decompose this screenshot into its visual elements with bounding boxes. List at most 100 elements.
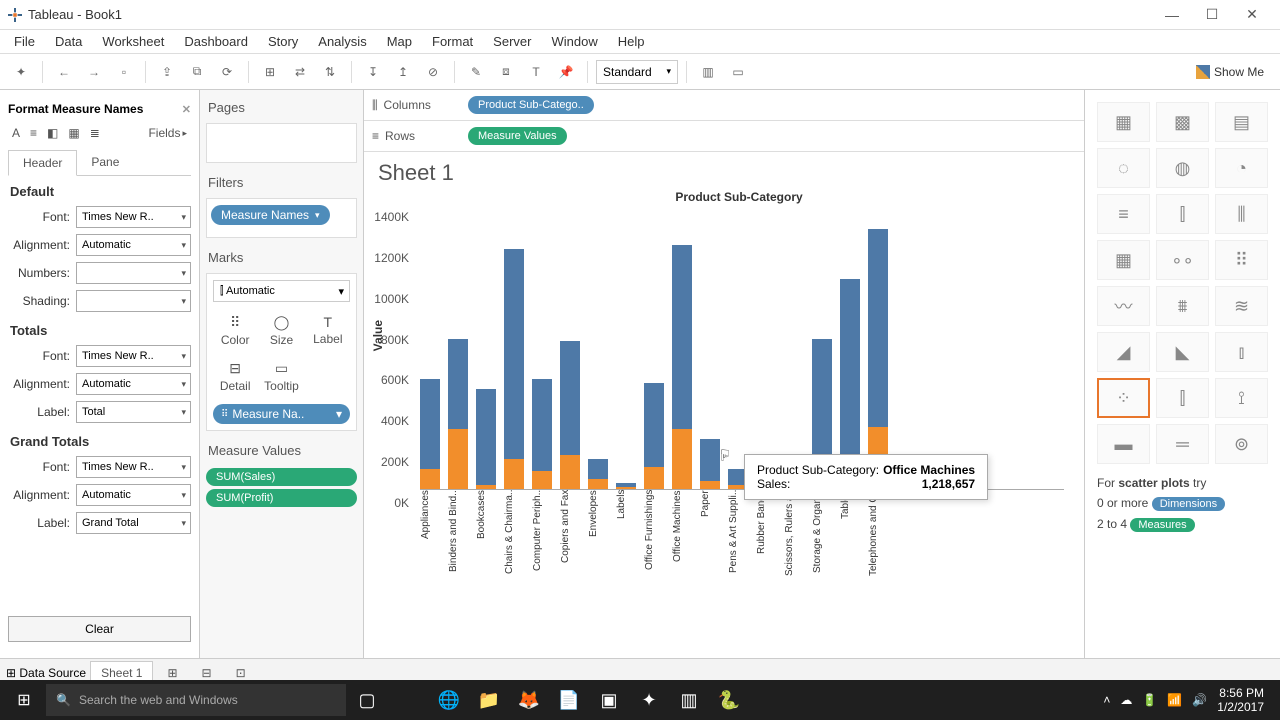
bar-3[interactable] <box>504 249 524 489</box>
bar-16[interactable] <box>868 229 888 489</box>
tableau-task-icon[interactable]: ✦ <box>630 680 668 720</box>
python-icon[interactable]: 🐍 <box>710 680 748 720</box>
tray-up-icon[interactable]: ˄ <box>1103 693 1110 707</box>
clear-sheet-button[interactable]: ⊘ <box>420 59 446 85</box>
menu-worksheet[interactable]: Worksheet <box>92 31 174 52</box>
show-me-button[interactable]: Show Me <box>1188 63 1272 81</box>
viz-side-bar[interactable]: ⫼ <box>1215 194 1268 234</box>
font-icon[interactable]: A <box>12 126 20 140</box>
marks-pill-measure-names[interactable]: Measure Na..▾ <box>213 404 350 424</box>
viz-dual-combo[interactable]: ⫾ <box>1215 332 1268 372</box>
viz-line-cont[interactable]: 〰 <box>1097 286 1150 326</box>
viz-symbol-map[interactable]: ◌ <box>1097 148 1150 188</box>
close-button[interactable]: ✕ <box>1232 1 1272 29</box>
redo-button[interactable]: → <box>81 59 107 85</box>
app-icon-2[interactable]: ▥ <box>670 680 708 720</box>
viz-text-table[interactable]: ▦ <box>1097 102 1150 142</box>
marks-color-button[interactable]: ⠿Color <box>213 308 257 352</box>
columns-pill[interactable]: Product Sub-Catego.. <box>468 96 594 114</box>
sort-desc-icon[interactable]: ↥ <box>390 59 416 85</box>
viz-stacked-bar[interactable]: ⫿ <box>1156 194 1209 234</box>
viz-box-plot[interactable]: ⟟ <box>1215 378 1268 418</box>
bar-10[interactable] <box>700 439 720 489</box>
viz-filled-map[interactable]: ◍ <box>1156 148 1209 188</box>
mv-pill-sum-sales[interactable]: SUM(Sales) <box>206 468 357 486</box>
fit-select[interactable]: Standard <box>596 60 678 84</box>
pin-button[interactable]: 📌 <box>553 59 579 85</box>
bar-2[interactable] <box>476 389 496 489</box>
alignment-icon[interactable]: ≡ <box>30 126 37 140</box>
chart-bars[interactable] <box>420 210 1064 490</box>
default-numbers-select[interactable] <box>76 262 191 284</box>
label-button[interactable]: T <box>523 59 549 85</box>
explorer-icon[interactable]: 📁 <box>470 680 508 720</box>
viz-line-disc[interactable]: ⩩ <box>1156 286 1209 326</box>
viz-heat-map[interactable]: ▩ <box>1156 102 1209 142</box>
default-font-select[interactable]: Times New R.. <box>76 206 191 228</box>
taskbar-search[interactable]: 🔍Search the web and Windows <box>46 684 346 716</box>
tableau-icon[interactable]: ✦ <box>8 59 34 85</box>
grand-alignment-select[interactable]: Automatic <box>76 484 191 506</box>
viz-bullet[interactable]: ═ <box>1156 424 1209 464</box>
new-datasource-button[interactable]: ⇪ <box>154 59 180 85</box>
menu-analysis[interactable]: Analysis <box>308 31 376 52</box>
show-hide-cards-button[interactable]: ▥ <box>695 59 721 85</box>
bar-6[interactable] <box>588 459 608 489</box>
shading-icon[interactable]: ◧ <box>47 126 58 140</box>
menu-server[interactable]: Server <box>483 31 541 52</box>
menu-data[interactable]: Data <box>45 31 92 52</box>
swap-button[interactable]: ⇄ <box>287 59 313 85</box>
menu-story[interactable]: Story <box>258 31 308 52</box>
menu-file[interactable]: File <box>4 31 45 52</box>
clear-format-button[interactable]: Clear <box>8 616 191 642</box>
marks-type-select[interactable]: ⫿ Automatic <box>213 280 350 302</box>
refresh-button[interactable]: ⟳ <box>214 59 240 85</box>
task-view-icon[interactable]: ▢ <box>348 680 386 720</box>
minimize-button[interactable]: — <box>1152 1 1192 29</box>
menu-dashboard[interactable]: Dashboard <box>174 31 258 52</box>
word-icon[interactable]: 📄 <box>550 680 588 720</box>
tray-cloud-icon[interactable]: ☁ <box>1120 693 1132 707</box>
menu-format[interactable]: Format <box>422 31 483 52</box>
marks-tooltip-button[interactable]: ▭Tooltip <box>259 354 303 398</box>
grand-font-select[interactable]: Times New R.. <box>76 456 191 478</box>
lines-icon[interactable]: ≣ <box>90 126 100 140</box>
totals-alignment-select[interactable]: Automatic <box>76 373 191 395</box>
save-button[interactable]: ▫ <box>111 59 137 85</box>
edge-icon[interactable]: 🌐 <box>430 680 468 720</box>
marks-label-button[interactable]: TLabel <box>306 308 350 352</box>
start-button[interactable]: ⊞ <box>4 680 44 720</box>
viz-area-disc[interactable]: ◣ <box>1156 332 1209 372</box>
sort-asc-button[interactable]: ⇅ <box>317 59 343 85</box>
maximize-button[interactable]: ☐ <box>1192 1 1232 29</box>
new-worksheet-button[interactable]: ⊞ <box>257 59 283 85</box>
viz-highlight-table[interactable]: ▤ <box>1215 102 1268 142</box>
borders-icon[interactable]: ▦ <box>68 126 79 140</box>
bar-5[interactable] <box>560 341 580 489</box>
viz-side-circles[interactable]: ⠿ <box>1215 240 1268 280</box>
clock[interactable]: 8:56 PM 1/2/2017 <box>1217 686 1264 715</box>
marks-size-button[interactable]: ◯Size <box>259 308 303 352</box>
menu-window[interactable]: Window <box>541 31 607 52</box>
viz-scatter[interactable]: ⁘ <box>1097 378 1150 418</box>
viz-packed-bubble[interactable]: ⊚ <box>1215 424 1268 464</box>
pages-shelf[interactable] <box>206 123 357 163</box>
viz-gantt[interactable]: ▬ <box>1097 424 1150 464</box>
viz-treemap[interactable]: ▦ <box>1097 240 1150 280</box>
bar-4[interactable] <box>532 379 552 489</box>
tray-volume-icon[interactable]: 🔊 <box>1192 693 1207 707</box>
viz-pie[interactable]: ◔ <box>1215 148 1268 188</box>
marks-detail-button[interactable]: ⊟Detail <box>213 354 257 398</box>
viz-area-cont[interactable]: ◢ <box>1097 332 1150 372</box>
totals-font-select[interactable]: Times New R.. <box>76 345 191 367</box>
undo-button[interactable]: ← <box>51 59 77 85</box>
tab-pane[interactable]: Pane <box>77 150 133 175</box>
viz-dual-line[interactable]: ≋ <box>1215 286 1268 326</box>
bar-8[interactable] <box>644 383 664 489</box>
sort-asc-icon[interactable]: ↧ <box>360 59 386 85</box>
filters-shelf[interactable]: Measure Names▾ <box>206 198 357 238</box>
firefox-icon[interactable]: 🦊 <box>510 680 548 720</box>
bar-7[interactable] <box>616 483 636 489</box>
viz-hbar[interactable]: ≡ <box>1097 194 1150 234</box>
totals-label-input[interactable]: Total <box>76 401 191 423</box>
